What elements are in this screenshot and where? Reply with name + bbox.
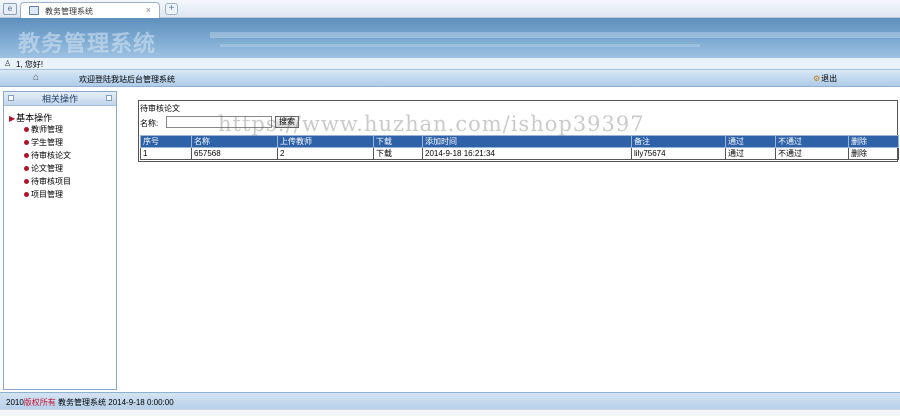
tab-close-icon[interactable]: × bbox=[146, 5, 151, 15]
browser-status-bar bbox=[0, 409, 900, 416]
sidebar-header-label: 相关操作 bbox=[41, 94, 78, 104]
page-title: 待审核论文 bbox=[140, 104, 180, 113]
table-header-row: 序号 名称 上传教师 下载 添加时间 备注 通过 不通过 删除 bbox=[140, 135, 899, 148]
sidebar-item-label: 待审核项目 bbox=[31, 177, 71, 186]
sidebar-item-label: 待审核论文 bbox=[31, 151, 71, 160]
col-header-index: 序号 bbox=[140, 135, 192, 148]
new-tab-button[interactable]: + bbox=[165, 3, 178, 15]
copyright-label: 版权所有 bbox=[23, 398, 56, 407]
approve-link[interactable]: 通过 bbox=[725, 147, 776, 160]
sidebar-item-papers[interactable]: 论文管理 bbox=[24, 163, 63, 174]
sidebar-collapse-icon[interactable] bbox=[8, 95, 14, 101]
col-header-name: 名称 bbox=[191, 135, 278, 148]
sidebar-item-pending-projects[interactable]: 待审核项目 bbox=[24, 176, 71, 187]
delete-link[interactable]: 删除 bbox=[848, 147, 899, 160]
sidebar-item-label: 学生管理 bbox=[31, 138, 63, 147]
sidebar-item-students[interactable]: 学生管理 bbox=[24, 137, 63, 148]
bullet-icon bbox=[24, 140, 29, 146]
sidebar: 相关操作 ▶基本操作 教师管理 学生管理 待审核论文 论文管理 待审核项目 项目… bbox=[3, 91, 117, 390]
copyright-year: 2010 bbox=[6, 398, 24, 407]
col-header-approve: 通过 bbox=[725, 135, 776, 148]
table-row: 1 657568 2 下载 2014-9-18 16:21:34 lily756… bbox=[140, 147, 899, 160]
col-header-reject: 不通过 bbox=[775, 135, 849, 148]
banner-decoration bbox=[220, 44, 700, 47]
cell-name: 657568 bbox=[191, 147, 278, 160]
search-label: 名称: bbox=[140, 119, 159, 128]
cell-added-time: 2014-9-18 16:21:34 bbox=[422, 147, 632, 160]
sidebar-header: 相关操作 bbox=[4, 92, 116, 106]
page-icon bbox=[29, 6, 39, 15]
col-header-download: 下载 bbox=[373, 135, 423, 148]
sidebar-item-teachers[interactable]: 教师管理 bbox=[24, 124, 63, 135]
expand-arrow-icon: ▶ bbox=[9, 114, 16, 123]
col-header-added-time: 添加时间 bbox=[422, 135, 632, 148]
tab-title: 教务管理系统 bbox=[45, 7, 93, 16]
col-header-remark: 备注 bbox=[631, 135, 726, 148]
browser-menu-icon[interactable]: e bbox=[3, 3, 17, 15]
download-link[interactable]: 下载 bbox=[373, 147, 423, 160]
browser-tab-strip: e 教务管理系统 × + bbox=[0, 0, 900, 18]
cell-remark: lily75674 bbox=[631, 147, 726, 160]
bullet-icon bbox=[24, 153, 29, 159]
cell-index: 1 bbox=[140, 147, 192, 160]
banner-decoration bbox=[210, 32, 900, 38]
cell-teacher: 2 bbox=[277, 147, 374, 160]
col-header-delete: 删除 bbox=[848, 135, 899, 148]
col-header-teacher: 上传教师 bbox=[277, 135, 374, 148]
bullet-icon bbox=[24, 179, 29, 185]
user-greeting: 1, 您好! bbox=[16, 60, 44, 69]
sidebar-item-pending-papers[interactable]: 待审核论文 bbox=[24, 150, 71, 161]
sidebar-item-label: 论文管理 bbox=[31, 164, 63, 173]
user-icon: ♙ bbox=[4, 59, 12, 68]
sidebar-item-label: 教师管理 bbox=[31, 125, 63, 134]
banner-title: 教务管理系统 bbox=[18, 31, 157, 56]
papers-table: 序号 名称 上传教师 下载 添加时间 备注 通过 不通过 删除 1 657568… bbox=[140, 135, 899, 160]
header-banner: 教务管理系统 bbox=[0, 18, 900, 58]
welcome-text: 欢迎登陆我站后台管理系统 bbox=[79, 75, 175, 84]
footer: 2010版权所有 教务管理系统 2014-9-18 0:00:00 bbox=[0, 392, 900, 409]
nav-bar: ⌂ 欢迎登陆我站后台管理系统 ⚙退出 bbox=[0, 70, 900, 87]
reject-link[interactable]: 不通过 bbox=[775, 147, 849, 160]
sidebar-item-projects[interactable]: 项目管理 bbox=[24, 189, 63, 200]
logout-link[interactable]: ⚙退出 bbox=[813, 73, 837, 84]
footer-text: 2010版权所有 教务管理系统 2014-9-18 0:00:00 bbox=[6, 397, 174, 408]
bullet-icon bbox=[24, 192, 29, 198]
watermark: https://www.huzhan.com/ishop39397 bbox=[218, 112, 645, 136]
sidebar-item-label: 项目管理 bbox=[31, 190, 63, 199]
bullet-icon bbox=[24, 166, 29, 172]
bullet-icon bbox=[24, 127, 29, 133]
user-bar: ♙ 1, 您好! bbox=[0, 58, 900, 70]
tree-root[interactable]: ▶基本操作 bbox=[9, 111, 52, 124]
logout-icon: ⚙ bbox=[813, 74, 821, 83]
logout-label: 退出 bbox=[821, 74, 838, 83]
home-icon[interactable]: ⌂ bbox=[33, 72, 39, 83]
browser-tab[interactable]: 教务管理系统 × bbox=[20, 2, 160, 18]
footer-system-info: 教务管理系统 2014-9-18 0:00:00 bbox=[58, 398, 174, 407]
tree-root-label: 基本操作 bbox=[16, 113, 53, 123]
sidebar-collapse-icon[interactable] bbox=[106, 95, 112, 101]
